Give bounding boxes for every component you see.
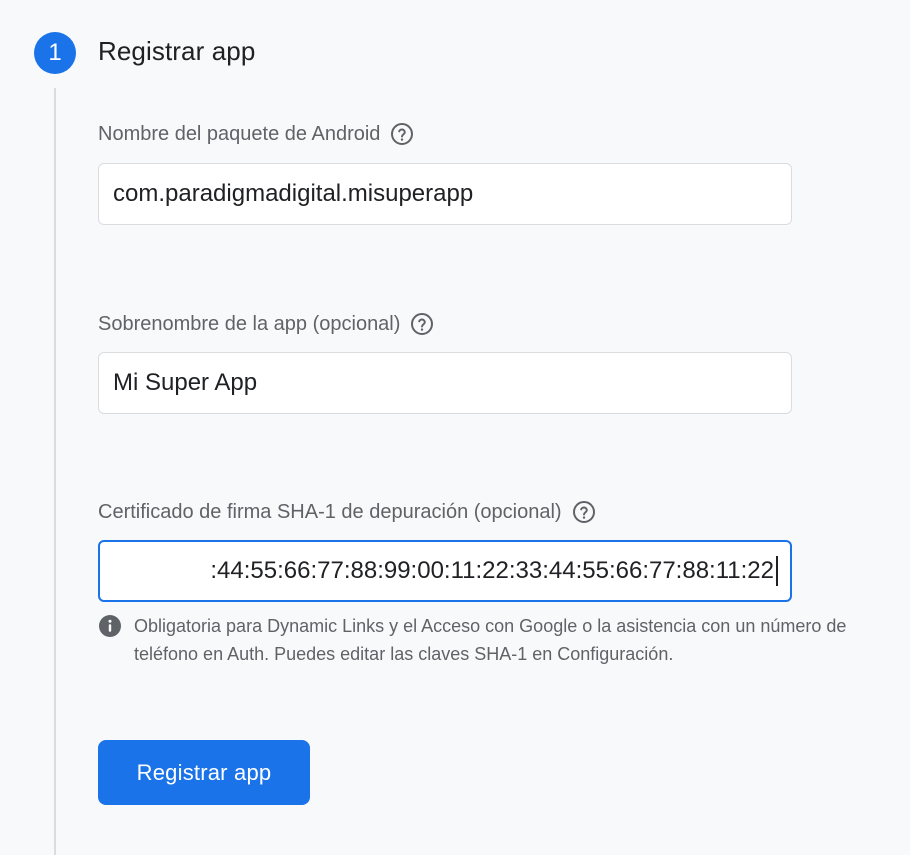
sha1-certificate-value: :44:55:66:77:88:99:00:11:22:33:44:55:66:… <box>210 557 774 584</box>
sha1-certificate-input[interactable]: :44:55:66:77:88:99:00:11:22:33:44:55:66:… <box>98 540 792 602</box>
sha1-certificate-label-text: Certificado de firma SHA-1 de depuración… <box>98 500 562 523</box>
help-circle-icon[interactable] <box>390 122 414 146</box>
info-icon <box>98 614 122 638</box>
app-nickname-input[interactable]: Mi Super App <box>98 352 792 414</box>
help-circle-icon[interactable] <box>410 312 434 336</box>
app-nickname-label-text: Sobrenombre de la app (opcional) <box>98 312 401 335</box>
sha1-hint-text: Obligatoria para Dynamic Links y el Acce… <box>134 616 847 664</box>
text-caret <box>776 556 778 586</box>
sha1-hint: Obligatoria para Dynamic Links y el Acce… <box>98 612 888 668</box>
register-app-button[interactable]: Registrar app <box>98 740 310 805</box>
package-name-value: com.paradigmadigital.misuperapp <box>113 180 474 207</box>
help-circle-icon[interactable] <box>572 500 596 524</box>
package-name-label: Nombre del paquete de Android <box>98 122 414 146</box>
step-number-badge: 1 <box>34 32 76 74</box>
app-nickname-label: Sobrenombre de la app (opcional) <box>98 312 434 336</box>
app-nickname-value: Mi Super App <box>113 369 258 396</box>
package-name-label-text: Nombre del paquete de Android <box>98 122 381 145</box>
register-app-step: 1 Registrar app Nombre del paquete de An… <box>0 0 910 855</box>
sha1-certificate-label: Certificado de firma SHA-1 de depuración… <box>98 500 596 524</box>
step-connector-line <box>54 88 56 855</box>
step-number: 1 <box>48 39 62 66</box>
package-name-input[interactable]: com.paradigmadigital.misuperapp <box>98 163 792 225</box>
step-title: Registrar app <box>98 36 256 66</box>
